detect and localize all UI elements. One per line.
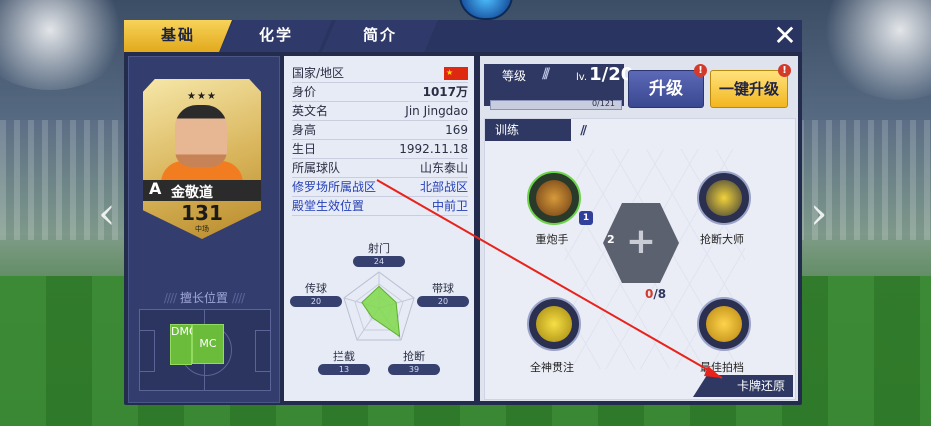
tackle-icon (706, 180, 742, 216)
position-chip-dmc: DMC (170, 324, 197, 365)
training-box: 训练 1 重炮手 抢断大师 + 2 0/8 全神贯注 最佳拍档 (484, 118, 796, 400)
level-label: 等级 (502, 69, 527, 83)
info-row-hall-position[interactable]: 殿堂生效位置 中前卫 (292, 197, 468, 216)
player-info-panel: 国家/地区 身价 1017万 英文名 Jin Jingdao 身高 169 生日… (284, 56, 474, 401)
game-logo (459, 0, 513, 20)
stat-label-passing: 传球 (305, 282, 327, 295)
player-detail-modal: 化学 简介 基础 ✕ ★★★ A 金敬道 131 中场 擅长位置 DMC MC … (124, 20, 802, 405)
stat-label-dribbling: 带球 (432, 282, 454, 295)
position-chip-mc: MC (192, 324, 224, 364)
info-row-value: 身价 1017万 (292, 83, 468, 102)
exp-text: 0/121 (591, 99, 615, 108)
stats-radar: 射门 24 传球 20 带球 20 拦截 13 抢断 39 (284, 236, 474, 396)
stat-label-shooting: 射门 (368, 242, 390, 255)
tab-chemistry[interactable]: 化学 (220, 20, 332, 52)
stat-label-interception: 拦截 (333, 350, 355, 363)
skill-tackle-master[interactable] (697, 171, 751, 225)
stat-value-tackling: 39 (388, 364, 440, 375)
info-row-english-name: 英文名 Jin Jingdao (292, 102, 468, 121)
stat-value-shooting: 24 (353, 256, 405, 267)
info-row-height: 身高 169 (292, 121, 468, 140)
stat-value-passing: 20 (290, 296, 342, 307)
card-restore-button[interactable]: 卡牌还原 (693, 375, 793, 397)
card-grade: A (149, 179, 162, 198)
training-panel: 等级 /// lv.1/20 0/121 升级 ! 一键升级 ! 训练 1 重炮… (480, 56, 798, 401)
tab-basic[interactable]: 基础 (124, 20, 232, 52)
skill-label-heavy-gunner: 重炮手 (535, 233, 569, 246)
upgrade-alert-icon: ! (694, 64, 707, 77)
training-title: 训练 (485, 119, 585, 141)
skill-level-badge: 1 (579, 211, 593, 225)
skill-label-best-partner: 最佳拍档 (700, 361, 744, 374)
skill-full-focus[interactable] (527, 297, 581, 351)
info-row-team: 所属球队 山东泰山 (292, 159, 468, 178)
player-portrait (175, 105, 227, 167)
close-icon[interactable]: ✕ (770, 22, 800, 52)
training-count: 0/8 (645, 287, 667, 301)
prev-player-arrow-icon[interactable]: ‹ (98, 188, 116, 239)
info-row-country: 国家/地区 (292, 64, 468, 83)
player-card[interactable]: ★★★ A 金敬道 131 中场 (143, 79, 261, 239)
skill-label-full-focus: 全神贯注 (530, 361, 574, 374)
player-name: 金敬道 (171, 185, 213, 201)
focus-icon (536, 306, 572, 342)
exp-progress-bar: 0/121 (490, 99, 622, 110)
handshake-icon (706, 306, 742, 342)
china-flag-icon (444, 64, 468, 82)
next-player-arrow-icon[interactable]: › (810, 188, 828, 239)
info-row-war-zone[interactable]: 修罗场所属战区 北部战区 (292, 178, 468, 197)
tab-bar: 化学 简介 基础 ✕ (124, 20, 802, 52)
radar-stat-shape (361, 285, 401, 338)
one-click-upgrade-button[interactable]: 一键升级 (710, 70, 788, 108)
preferred-position-title: 擅长位置 (129, 289, 279, 306)
stat-value-interception: 13 (318, 364, 370, 375)
skill-label-tackle-master: 抢断大师 (700, 233, 744, 246)
position-pitch: DMC MC (139, 309, 271, 391)
stat-label-tackling: 抢断 (403, 350, 425, 363)
star-icon: ★★★ (187, 91, 217, 102)
tab-intro[interactable]: 简介 (322, 20, 438, 52)
level-value: lv. 1/20 (576, 64, 634, 85)
player-position: 中场 (195, 225, 209, 233)
slot-left-number: 2 (607, 233, 615, 246)
level-box: 等级 /// lv. 1/20 0/121 (484, 64, 633, 110)
player-card-panel: ★★★ A 金敬道 131 中场 擅长位置 DMC MC (128, 56, 280, 403)
info-row-birthday: 生日 1992.11.18 (292, 140, 468, 159)
one-click-alert-icon: ! (778, 64, 791, 77)
upgrade-button[interactable]: 升级 (628, 70, 704, 108)
skill-best-partner[interactable] (697, 297, 751, 351)
stat-value-dribbling: 20 (417, 296, 469, 307)
player-rating: 131 (181, 201, 223, 225)
skill-heavy-gunner[interactable] (527, 171, 581, 225)
cannon-icon (536, 180, 572, 216)
